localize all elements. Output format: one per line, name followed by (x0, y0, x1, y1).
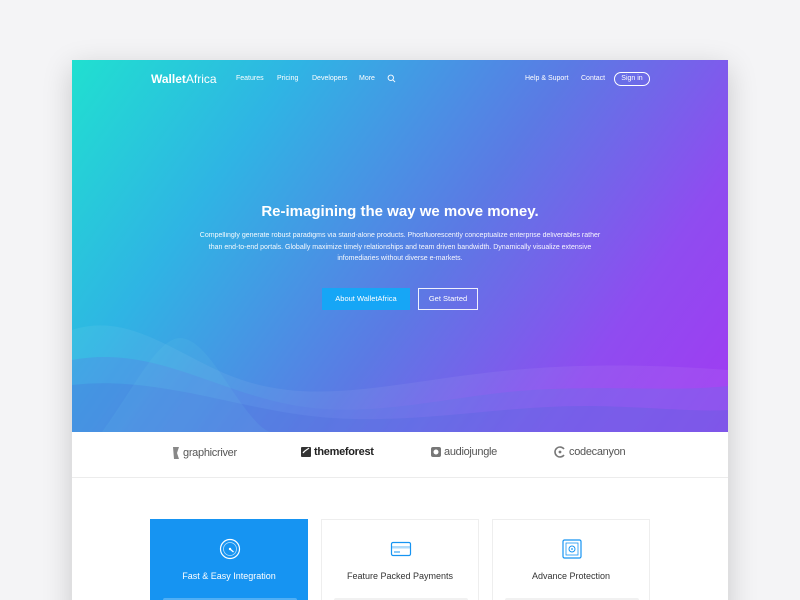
top-navigation: WalletAfrica Features Pricing Developers… (72, 60, 728, 100)
feature-card-integration[interactable]: Fast & Easy Integration (150, 519, 308, 600)
nav-more[interactable]: More (359, 75, 375, 82)
speedometer-icon (219, 538, 241, 560)
features-section: Fast & Easy Integration Feature Packed P… (72, 478, 728, 600)
nav-developers[interactable]: Developers (312, 75, 347, 82)
signin-button[interactable]: Sign in (614, 72, 650, 86)
landing-page: WalletAfrica Features Pricing Developers… (72, 60, 728, 600)
hero-section: WalletAfrica Features Pricing Developers… (72, 60, 728, 432)
hero-description: Compellingly generate robust paradigms v… (199, 232, 601, 262)
graphicriver-logo-icon (173, 447, 179, 459)
partner-audiojungle[interactable]: audiojungle (430, 446, 497, 462)
get-started-button[interactable]: Get Started (418, 288, 478, 310)
nav-pricing[interactable]: Pricing (277, 75, 298, 82)
about-button[interactable]: About WalletAfrica (322, 288, 410, 310)
logo[interactable]: WalletAfrica (151, 72, 217, 86)
partner-themeforest[interactable]: themeforest (300, 446, 374, 462)
feature-title: Feature Packed Payments (346, 571, 454, 581)
nav-help-support[interactable]: Help & Suport (525, 75, 569, 82)
hero-headline: Re-imagining the way we move money. (261, 203, 539, 220)
feature-title: Advance Protection (531, 571, 611, 581)
codecanyon-logo-icon (554, 446, 565, 458)
audiojungle-logo-icon (431, 447, 441, 458)
search-icon[interactable] (387, 74, 396, 83)
partner-logos: graphicriver themeforest audiojungle cod… (72, 432, 728, 478)
partner-codecanyon[interactable]: codecanyon (554, 446, 626, 462)
feature-card-protection[interactable]: Advance Protection (492, 519, 650, 600)
partner-graphicriver[interactable]: graphicriver (171, 446, 237, 462)
nav-features[interactable]: Features (236, 75, 264, 82)
themeforest-logo-icon (301, 447, 311, 458)
feature-title: Fast & Easy Integration (182, 571, 276, 581)
safe-icon (562, 539, 582, 559)
feature-card-payments[interactable]: Feature Packed Payments (321, 519, 479, 600)
nav-contact[interactable]: Contact (581, 75, 605, 82)
credit-card-icon (390, 541, 412, 557)
